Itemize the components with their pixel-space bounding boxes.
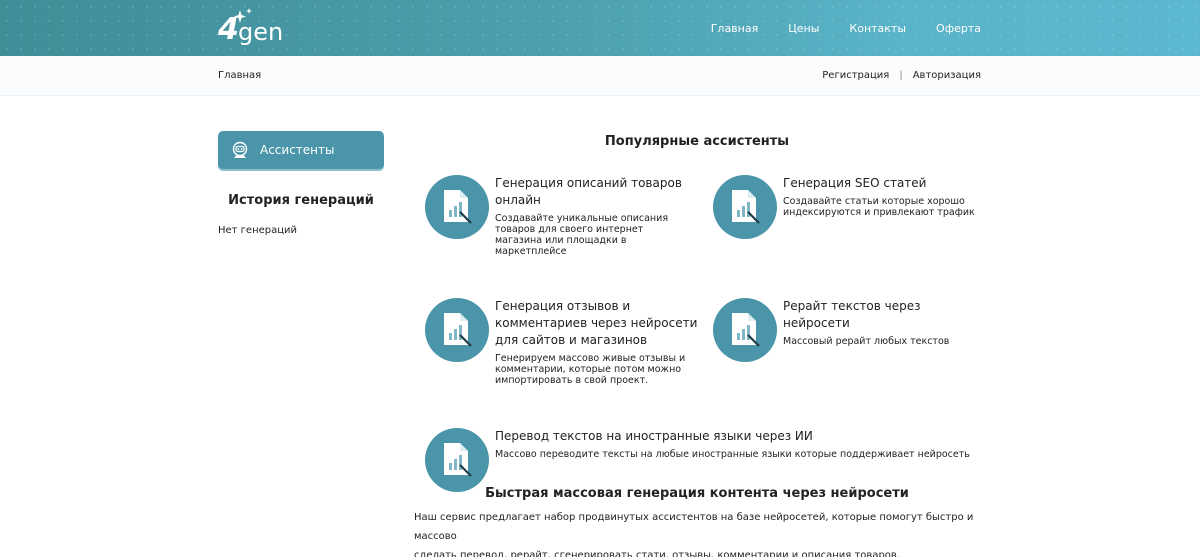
card-icon-circle: [713, 175, 777, 239]
svg-text:4: 4: [218, 12, 239, 47]
assistants-button[interactable]: Ассистенты: [218, 131, 384, 169]
card-title: Генерация описаний товаров онлайн: [495, 175, 695, 209]
card-description: Массовый рерайт любых текстов: [783, 336, 983, 347]
document-chart-icon: [732, 313, 760, 347]
card-title: Генерация отзывов и комментариев через н…: [495, 298, 705, 349]
bulk-generation-text: Наш сервис предлагает набор продвинутых …: [414, 508, 980, 557]
card-title-line: Рерайт текстов через нейросети: [783, 299, 921, 330]
header-pattern: [0, 0, 1200, 56]
card-icon-circle: [425, 428, 489, 492]
card-title: Генерация SEO статей: [783, 175, 983, 192]
card-text: Генерация отзывов и комментариев через н…: [495, 298, 705, 386]
history-title: История генераций: [228, 193, 374, 208]
card-icon-circle: [713, 298, 777, 362]
top-header: 4 gen Главная Цены Контакты Оферта: [0, 0, 1200, 56]
card-title-line: комментариев через нейросети: [495, 316, 698, 330]
card-icon-circle: [425, 298, 489, 362]
register-link[interactable]: Регистрация: [822, 70, 889, 81]
card-description: Создавайте статьи которые хорошо индекси…: [783, 196, 983, 218]
sub-header: Главная Регистрация | Авторизация: [0, 56, 1200, 96]
card-desc-line: Создавайте уникальные описания: [495, 213, 669, 224]
document-chart-icon: [444, 443, 472, 477]
nav-prices[interactable]: Цены: [788, 22, 819, 35]
card-description: Массово переводите тексты на любые иност…: [495, 449, 970, 460]
card-desc-line: индексируются и привлекают трафик: [783, 207, 975, 218]
history-empty-text: Нет генераций: [218, 225, 298, 236]
assistant-card-translation[interactable]: Перевод текстов на иностранные языки чер…: [425, 428, 970, 492]
main-nav: Главная Цены Контакты Оферта: [711, 0, 981, 56]
card-title-line: для сайтов и магазинов: [495, 333, 648, 347]
document-chart-icon: [732, 190, 760, 224]
card-icon-circle: [425, 175, 489, 239]
card-desc-line: Массово переводите тексты на любые иност…: [495, 449, 970, 460]
card-title-line: Генерация отзывов и: [495, 299, 631, 313]
card-title: Перевод текстов на иностранные языки чер…: [495, 428, 970, 445]
assistants-button-label: Ассистенты: [260, 143, 335, 157]
auth-links: Регистрация | Авторизация: [822, 70, 981, 81]
breadcrumb[interactable]: Главная: [218, 70, 261, 81]
nav-home[interactable]: Главная: [711, 22, 759, 35]
document-chart-icon: [444, 190, 472, 224]
document-chart-icon: [444, 313, 472, 347]
card-desc-line: Массовый рерайт любых текстов: [783, 336, 950, 347]
assistant-card-rewrite[interactable]: Рерайт текстов через нейросети Массовый …: [713, 298, 983, 368]
card-desc-line: Создавайте статьи которые хорошо: [783, 196, 965, 207]
card-text: Перевод текстов на иностранные языки чер…: [495, 428, 970, 460]
bulk-text-line: Наш сервис предлагает набор продвинутых …: [414, 512, 974, 542]
card-desc-line: магазина или площадки в: [495, 235, 627, 246]
assistant-card-product-descriptions[interactable]: Генерация описаний товаров онлайн Создав…: [425, 175, 695, 265]
popular-assistants-title: Популярные ассистенты: [604, 134, 790, 149]
card-title-line: Генерация описаний товаров: [495, 176, 682, 190]
card-title: Рерайт текстов через нейросети: [783, 298, 983, 332]
card-description: Генерируем массово живые отзывы и коммен…: [495, 353, 705, 386]
card-desc-line: комментарии, которые потом можно: [495, 364, 682, 375]
card-title-line: Перевод текстов на иностранные языки чер…: [495, 429, 813, 443]
assistant-card-seo-articles[interactable]: Генерация SEO статей Создавайте статьи к…: [713, 175, 983, 245]
nav-contacts[interactable]: Контакты: [849, 22, 906, 35]
card-desc-line: Генерируем массово живые отзывы и: [495, 353, 686, 364]
card-desc-line: товаров для своего интернет: [495, 224, 644, 235]
bulk-generation-title: Быстрая массовая генерация контента чере…: [485, 486, 909, 501]
card-text: Генерация описаний товаров онлайн Создав…: [495, 175, 695, 257]
logo-sparkle-icon: 4 gen: [218, 8, 283, 47]
card-description: Создавайте уникальные описания товаров д…: [495, 213, 695, 257]
logo[interactable]: 4 gen: [218, 6, 298, 50]
card-text: Генерация SEO статей Создавайте статьи к…: [783, 175, 983, 218]
card-desc-line: маркетплейсе: [495, 246, 567, 257]
card-title-line: Генерация SEO статей: [783, 176, 927, 190]
card-text: Рерайт текстов через нейросети Массовый …: [783, 298, 983, 347]
assistant-card-reviews[interactable]: Генерация отзывов и комментариев через н…: [425, 298, 705, 393]
login-link[interactable]: Авторизация: [913, 70, 981, 81]
svg-text:gen: gen: [238, 18, 283, 46]
bulk-text-line: сделать перевод, рерайт, сгенерировать с…: [414, 550, 900, 557]
card-desc-line: импортировать в свой проект.: [495, 375, 649, 386]
assistant-robot-icon: [232, 141, 248, 158]
nav-offer[interactable]: Оферта: [936, 22, 981, 35]
card-title-line: онлайн: [495, 193, 541, 207]
auth-separator: |: [899, 70, 903, 81]
